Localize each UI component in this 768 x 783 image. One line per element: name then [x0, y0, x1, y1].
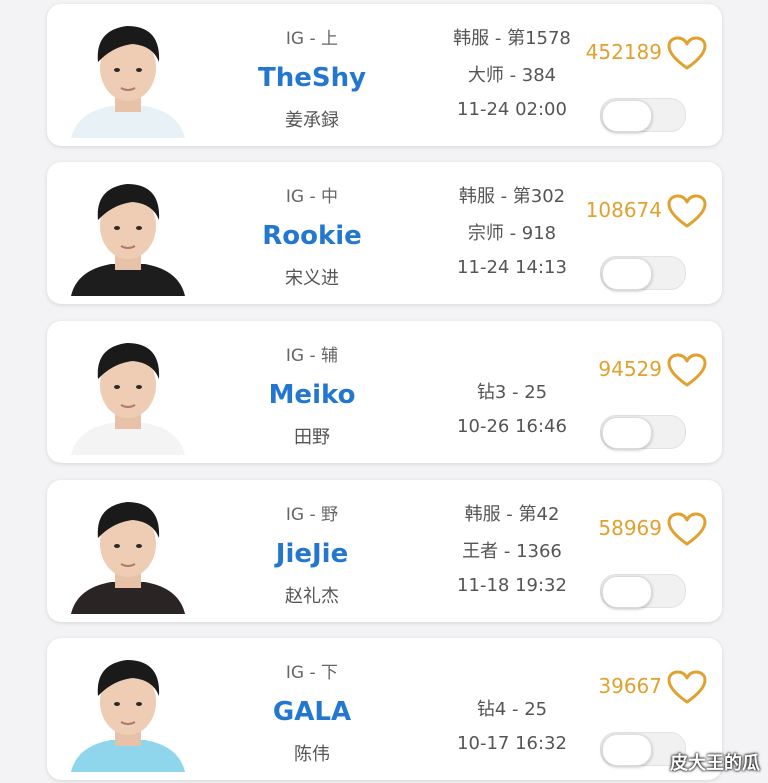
real-name: 陈伟 — [294, 744, 330, 765]
team-role: IG - 辅 — [285, 346, 339, 366]
vote-count: 39667 — [598, 674, 662, 698]
player-photo — [67, 12, 189, 138]
player-card[interactable]: IG - 中 Rookie 宋义进 韩服 - 第302 宗师 - 918 11-24 14… — [47, 162, 722, 304]
real-name: 姜承録 — [285, 110, 339, 131]
vote-toggle[interactable] — [600, 256, 686, 290]
toggle-knob[interactable] — [602, 258, 652, 290]
heart-icon[interactable] — [666, 193, 708, 229]
stat-timestamp: 11-24 02:00 — [457, 99, 567, 120]
player-card[interactable]: IG - 野 JieJie 赵礼杰 韩服 - 第42 王者 - 1366 11-18 19… — [47, 480, 722, 622]
player-photo — [67, 329, 189, 455]
stat-timestamp: 10-17 16:32 — [457, 733, 567, 754]
team-role: IG - 野 — [285, 505, 339, 525]
player-name[interactable]: Rookie — [212, 221, 412, 251]
vote-count: 108674 — [585, 198, 662, 222]
heart-icon[interactable] — [666, 669, 708, 705]
stat-timestamp: 11-24 14:13 — [457, 257, 567, 278]
player-photo — [67, 170, 189, 296]
player-photo — [67, 488, 189, 614]
vote-toggle[interactable] — [600, 415, 686, 449]
stat-rank: 王者 - 1366 — [462, 541, 562, 562]
toggle-knob[interactable] — [602, 734, 652, 766]
stat-timestamp: 10-26 16:46 — [457, 416, 567, 437]
player-card[interactable]: IG - 辅 Meiko 田野 钻3 - 25 10-26 16:46 94529 — [47, 321, 722, 463]
real-name: 赵礼杰 — [285, 586, 339, 607]
team-role: IG - 中 — [285, 187, 339, 207]
real-name: 宋义进 — [285, 268, 339, 289]
vote-count: 452189 — [585, 40, 662, 64]
player-photo — [67, 646, 189, 772]
vote-toggle[interactable] — [600, 574, 686, 608]
stat-rank: 钻3 - 25 — [476, 382, 548, 403]
toggle-knob[interactable] — [602, 576, 652, 608]
player-name[interactable]: TheShy — [212, 63, 412, 93]
team-role: IG - 上 — [285, 29, 339, 49]
watermark: 皮大王的瓜 — [670, 753, 760, 774]
player-name[interactable]: JieJie — [212, 539, 412, 569]
player-card[interactable]: IG - 上 TheShy 姜承録 韩服 - 第1578 大师 - 384 11-24 0… — [47, 4, 722, 146]
stat-rank: 大师 - 384 — [467, 65, 557, 86]
vote-count: 58969 — [598, 516, 662, 540]
vote-count: 94529 — [598, 357, 662, 381]
real-name: 田野 — [294, 427, 330, 448]
player-name[interactable]: GALA — [212, 697, 412, 727]
toggle-knob[interactable] — [602, 100, 652, 132]
heart-icon[interactable] — [666, 352, 708, 388]
stat-timestamp: 11-18 19:32 — [457, 575, 567, 596]
vote-toggle[interactable] — [600, 98, 686, 132]
player-card[interactable]: IG - 下 GALA 陈伟 钻4 - 25 10-17 16:32 39667 — [47, 638, 722, 780]
toggle-knob[interactable] — [602, 417, 652, 449]
heart-icon[interactable] — [666, 511, 708, 547]
team-role: IG - 下 — [285, 663, 339, 683]
stat-rank: 宗师 - 918 — [467, 223, 557, 244]
player-name[interactable]: Meiko — [212, 380, 412, 410]
heart-icon[interactable] — [666, 35, 708, 71]
stat-rank: 钻4 - 25 — [476, 699, 548, 720]
